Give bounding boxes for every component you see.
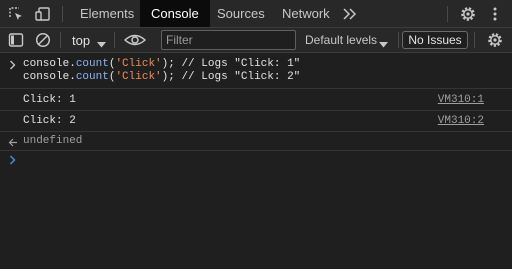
code-function: count <box>75 71 109 83</box>
tab-network[interactable]: Network <box>274 0 338 27</box>
code-text: ); // Logs "Click: 1" <box>161 58 301 70</box>
console-log-entry: Click: 2 VM310:2 <box>0 111 512 132</box>
devtools-tab-bar: Elements Console Sources Network <box>0 0 512 28</box>
console-prompt[interactable] <box>0 152 512 170</box>
sidebar-toggle-icon[interactable] <box>6 30 26 50</box>
dropdown-arrow-icon <box>379 37 388 51</box>
code-text: console. <box>23 58 76 70</box>
inspect-element-icon[interactable] <box>6 4 26 24</box>
source-link[interactable]: VM310:1 <box>438 94 484 106</box>
console-log-entry: Click: 1 VM310:1 <box>0 90 512 111</box>
prompt-chevron-icon <box>9 154 17 168</box>
filter-input[interactable] <box>161 30 296 50</box>
console-messages: console.count('Click'); // Logs "Click: … <box>0 53 512 269</box>
log-levels-label: Default levels <box>305 33 378 47</box>
context-selector[interactable]: top <box>66 28 114 52</box>
return-value: undefined <box>23 135 83 147</box>
log-levels-dropdown[interactable]: Default levels <box>300 28 394 52</box>
tab-console[interactable]: Console <box>140 0 210 27</box>
dropdown-arrow-icon <box>97 37 106 51</box>
code-line: console.count('Click'); // Logs "Click: … <box>23 58 300 70</box>
code-string: 'Click' <box>115 58 162 70</box>
code-text: console. <box>23 71 76 83</box>
return-value-icon <box>8 136 18 150</box>
console-result-entry: undefined <box>0 132 512 151</box>
toolbar-divider <box>398 32 399 48</box>
tab-divider <box>62 6 63 22</box>
console-input-entry[interactable]: console.count('Click'); // Logs "Click: … <box>0 57 512 89</box>
log-message: Click: 2 <box>23 115 76 127</box>
device-toggle-icon[interactable] <box>33 4 53 24</box>
code-string: 'Click' <box>115 71 162 83</box>
tab-sources[interactable]: Sources <box>208 0 274 27</box>
settings-icon[interactable] <box>458 4 478 24</box>
tab-elements[interactable]: Elements <box>70 0 144 27</box>
code-function: count <box>75 58 109 70</box>
issues-button[interactable]: No Issues <box>402 31 468 49</box>
source-link[interactable]: VM310:2 <box>438 115 484 127</box>
console-toolbar: top Default levels No Issues <box>0 28 512 53</box>
input-chevron-icon <box>9 59 17 73</box>
toolbar-divider <box>60 32 61 48</box>
kebab-menu-icon[interactable] <box>485 4 505 24</box>
toolbar-divider <box>474 32 475 48</box>
more-tabs-icon[interactable] <box>340 4 360 24</box>
context-label: top <box>72 33 91 48</box>
code-line: console.count('Click'); // Logs "Click: … <box>23 71 300 83</box>
clear-console-icon[interactable] <box>33 30 53 50</box>
live-expression-eye-icon[interactable] <box>123 30 147 50</box>
code-text: ); // Logs "Click: 2" <box>161 71 301 83</box>
console-settings-icon[interactable] <box>485 30 505 50</box>
log-message: Click: 1 <box>23 94 76 106</box>
toolbar-divider <box>114 32 115 48</box>
tab-divider <box>447 6 448 22</box>
